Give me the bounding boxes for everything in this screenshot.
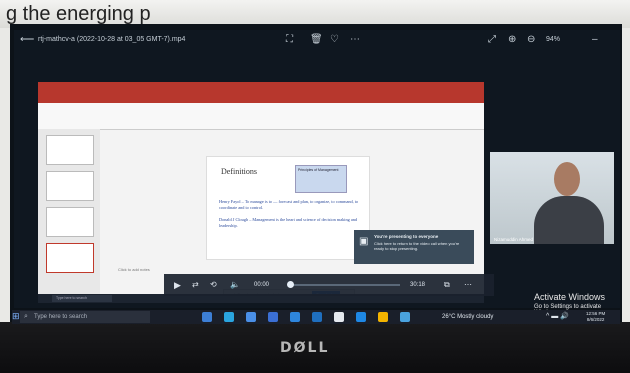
task-view-icon[interactable] <box>202 312 212 322</box>
search-icon: ⌕ <box>24 313 28 320</box>
edge-icon[interactable] <box>224 312 234 322</box>
slide-thumbnail[interactable] <box>46 135 94 165</box>
slide-thumbnail[interactable] <box>46 171 94 201</box>
app-icon[interactable] <box>268 312 278 322</box>
chrome-icon[interactable] <box>378 312 388 322</box>
recorded-search-box: Type here to search <box>52 295 112 302</box>
word-icon[interactable] <box>356 312 366 322</box>
back-icon[interactable]: ⟵ <box>20 30 34 50</box>
present-icon: ▣ <box>359 236 369 247</box>
image-caption: Principles of Management <box>298 168 339 172</box>
person-shirt <box>534 196 604 244</box>
slide-title: Definitions <box>221 167 257 176</box>
clock-date: 8/6/2022 <box>586 317 605 322</box>
delete-icon[interactable]: 🗑 <box>310 30 323 50</box>
seek-bar[interactable] <box>287 281 400 288</box>
favorite-icon[interactable]: ♡ <box>330 30 339 50</box>
taskbar-search[interactable]: Type here to search <box>20 311 150 323</box>
minimize-icon[interactable]: – <box>592 30 598 50</box>
player-controls: ▶ ⇄ ⟲ 🔈 00:00 30:18 ⧉ ⋯ <box>164 274 494 296</box>
tray-icons[interactable]: ^ ▬ 🔊 <box>546 310 569 324</box>
slide-thumbnail-active[interactable] <box>46 243 94 273</box>
slide-bullet: Donald J Clough – Management is the hear… <box>219 217 358 228</box>
dell-logo: DØLL <box>280 340 330 356</box>
player-title-bar: ⟵ rtj-mathcv-a (2022-10-28 at 03_05 GMT-… <box>14 30 620 50</box>
explorer-icon[interactable] <box>246 312 256 322</box>
popup-title: You're presenting to everyone <box>374 234 439 239</box>
mail-icon[interactable] <box>290 312 300 322</box>
person-face <box>554 162 580 196</box>
presenting-popup[interactable]: ▣ You're presenting to everyone Click he… <box>354 230 474 264</box>
taskbar-clock[interactable]: 12:56 PM 8/6/2022 <box>586 311 605 323</box>
time-total: 30:18 <box>410 282 426 288</box>
crop-icon[interactable]: ⛶ <box>286 30 293 50</box>
volume-icon[interactable]: 🔈 <box>230 274 240 296</box>
zoom-out-icon[interactable]: ⊖ <box>527 30 535 50</box>
media-player-icon[interactable] <box>400 312 410 322</box>
shuffle-icon[interactable]: ⇄ <box>192 274 199 296</box>
more-icon[interactable]: ⋯ <box>350 30 360 50</box>
slide-thumbnails <box>38 129 100 294</box>
zoom-level: 94% <box>546 36 561 43</box>
ppt-title-bar <box>38 82 484 94</box>
fullscreen-icon[interactable]: ⤢ <box>488 30 496 50</box>
zoom-in-icon[interactable]: ⊕ <box>508 30 516 50</box>
pip-icon[interactable]: ⧉ <box>444 274 450 296</box>
activate-title: Activate Windows <box>534 292 606 302</box>
popup-body: Click here to return to the video call w… <box>374 241 460 251</box>
ppt-ribbon <box>38 103 484 130</box>
webcam-tile: Nizamuddin Ahmed <box>490 152 614 244</box>
slide-thumbnail[interactable] <box>46 207 94 237</box>
notes-placeholder[interactable]: Click to add notes <box>118 267 150 272</box>
weather-widget[interactable]: 26°C Mostly cloudy <box>442 310 493 324</box>
play-icon[interactable]: ▶ <box>174 274 181 296</box>
participant-name: Nizamuddin Ahmed <box>494 237 534 242</box>
file-name: rtj-mathcv-a (2022-10-28 at 03_05 GMT-7)… <box>38 36 186 43</box>
slide-bullet: Henry Fayol – To manage is to — forecast… <box>219 199 359 210</box>
slide-image: Principles of Management <box>295 165 347 193</box>
slide-canvas: Definitions Principles of Management Hen… <box>206 156 370 260</box>
store-icon[interactable] <box>312 312 322 322</box>
more-controls-icon[interactable]: ⋯ <box>464 274 472 296</box>
time-elapsed: 00:00 <box>254 282 270 288</box>
seek-knob[interactable] <box>287 281 294 288</box>
windows-taskbar: ⊞ Type here to search ⌕ 26°C Mostly clou… <box>12 310 620 324</box>
photos-icon[interactable] <box>334 312 344 322</box>
start-icon[interactable]: ⊞ <box>12 311 20 322</box>
ppt-ribbon-tabs <box>38 94 484 103</box>
repeat-icon[interactable]: ⟲ <box>210 274 217 296</box>
video-player-window: ⟵ rtj-mathcv-a (2022-10-28 at 03_05 GMT-… <box>14 30 620 316</box>
